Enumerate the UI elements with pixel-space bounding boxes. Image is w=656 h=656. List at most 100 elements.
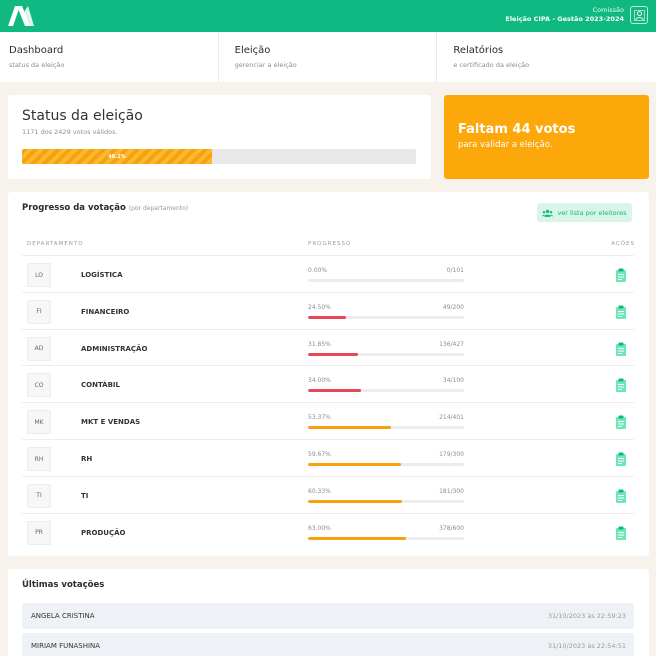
department-abbr: PR [27,520,51,545]
department-row: CO CONTÁBIL 34.00% 34/100 [22,365,634,402]
nav-eleicao-title: Eleição [234,45,271,56]
department-row: PR PRODUÇÃO 63.00% 378/600 [22,512,634,550]
progress-card: Progresso da votação (por departamento) … [8,192,649,556]
voter-list-label: ver lista por eleitores [557,208,627,217]
department-count: 179/300 [439,451,464,458]
nav-relatorios-subtitle: e certificado da eleição [453,61,530,69]
department-row: FI FINANCEIRO 24.50% 49/200 [22,291,634,329]
nav-eleicao[interactable]: Eleição gerenciar a eleição [219,32,438,82]
status-card: Status da eleição 1171 dos 2429 votos vá… [8,95,431,179]
department-percent: 34.00% [308,377,331,385]
department-name: LOGÍSTICA [81,271,123,279]
users-icon [542,209,554,217]
top-bar: Comissão Eleição CIPA - Gestão 2023-2024 [0,0,656,32]
main-nav: Dashboard status da eleição Eleição gere… [0,32,656,82]
column-header-actions: AÇÕES [611,241,635,247]
clipboard-icon[interactable] [615,452,627,466]
nav-dashboard-subtitle: status da eleição [9,61,65,69]
department-row: MK MKT E VENDAS 53.37% 214/401 [22,402,634,439]
department-count: 378/600 [439,524,464,532]
recent-votes-card: Últimas votações ANGELA CRISTINA 31/10/2… [8,569,649,656]
clipboard-icon[interactable] [615,378,627,393]
nav-dashboard-title: Dashboard [9,45,64,56]
clipboard-icon[interactable] [615,415,627,430]
department-count: 34/100 [442,377,464,385]
department-abbr: FI [27,299,51,324]
progress-title: Progresso da votação (por departamento) [22,203,188,213]
department-progress-fill [308,499,403,503]
department-progress-fill [308,389,362,393]
votes-remaining-subtitle: para validar a eleição. [458,140,553,150]
department-name: ADMINISTRAÇÃO [81,344,148,353]
department-count: 214/401 [439,414,464,422]
clipboard-icon[interactable] [615,526,627,540]
department-progress-fill [308,315,347,319]
department-name: TI [81,491,89,500]
department-abbr: CO [27,373,51,398]
department-abbr: TI [27,483,51,508]
department-percent: 0.00% [308,267,328,274]
department-name: PRODUÇÃO [81,528,126,537]
department-progress-bar [308,463,464,466]
clipboard-icon[interactable] [615,489,627,503]
status-title: Status da eleição [22,108,143,124]
column-header-dept: DEPARTAMENTO [27,241,84,247]
department-progress-bar [308,499,464,503]
department-percent: 53.37% [308,414,331,422]
department-progress-bar [308,315,464,319]
vote-time: 31/10/2023 às 22:59:23 [547,612,626,620]
department-percent: 63.00% [308,524,331,532]
department-percent: 60.33% [308,487,331,495]
department-progress-fill [308,463,402,466]
column-header-progress: PROGRESSO [308,241,352,247]
department-progress-fill [308,426,392,430]
recent-vote-item: ANGELA CRISTINA 31/10/2023 às 22:59:23 [22,603,634,629]
clipboard-icon[interactable] [615,268,627,282]
department-row: AD ADMINISTRAÇÃO 31.85% 136/427 [22,328,634,366]
nav-dashboard[interactable]: Dashboard status da eleição [0,32,219,82]
clipboard-icon[interactable] [615,342,627,356]
voter-list-button[interactable]: ver lista por eleitores [537,203,632,222]
voter-name: ANGELA CRISTINA [31,612,95,620]
status-progress-fill: 48.2% [22,149,212,164]
voter-name: MIRIAM FUNASHINA [31,642,101,650]
recent-votes-title: Últimas votações [22,580,105,590]
user-menu-button[interactable] [630,6,648,24]
commission-label: Comissão [592,6,624,14]
progress-title-note: (por departamento) [128,205,189,212]
department-name: CONTÁBIL [81,381,120,390]
department-count: 0/101 [446,267,464,274]
department-progress-fill [308,352,358,356]
progress-title-text: Progresso da votação [22,203,126,213]
department-abbr: RH [27,447,51,471]
nav-eleicao-subtitle: gerenciar a eleição [234,61,297,69]
department-percent: 59.67% [308,451,331,458]
department-row: LO LOGÍSTICA 0.00% 0/101 [22,255,634,292]
recent-vote-item: MIRIAM FUNASHINA 31/10/2023 às 22:54:51 [22,633,634,656]
department-row: RH RH 59.67% 179/300 [22,439,634,476]
department-progress-bar [308,426,464,430]
election-name: Eleição CIPA - Gestão 2023-2024 [505,15,624,23]
logo-icon[interactable] [8,6,34,26]
department-progress-bar [308,279,464,282]
status-progress-label: 48.2% [108,153,126,160]
department-abbr: AD [27,336,51,361]
votes-remaining-card: Faltam 44 votos para validar a eleição. [444,95,649,179]
commission-info: Comissão Eleição CIPA - Gestão 2023-2024 [505,6,624,23]
status-subtitle: 1171 dos 2429 votos válidos. [22,128,118,136]
department-percent: 31.85% [308,340,331,348]
clipboard-icon[interactable] [615,305,627,319]
department-progress-bar [308,389,464,393]
department-name: RH [81,455,93,463]
department-name: FINANCEIRO [81,307,130,316]
department-count: 49/200 [442,303,464,311]
department-progress-fill [308,536,407,540]
vote-time: 31/10/2023 às 22:54:51 [547,642,626,650]
department-percent: 24.50% [308,303,331,311]
nav-relatorios[interactable]: Relatórios e certificado da eleição [437,32,656,82]
department-progress-bar [308,536,464,540]
department-row: TI TI 60.33% 181/300 [22,475,634,513]
department-count: 136/427 [439,340,464,348]
department-abbr: LO [27,263,51,287]
user-icon [633,9,645,21]
